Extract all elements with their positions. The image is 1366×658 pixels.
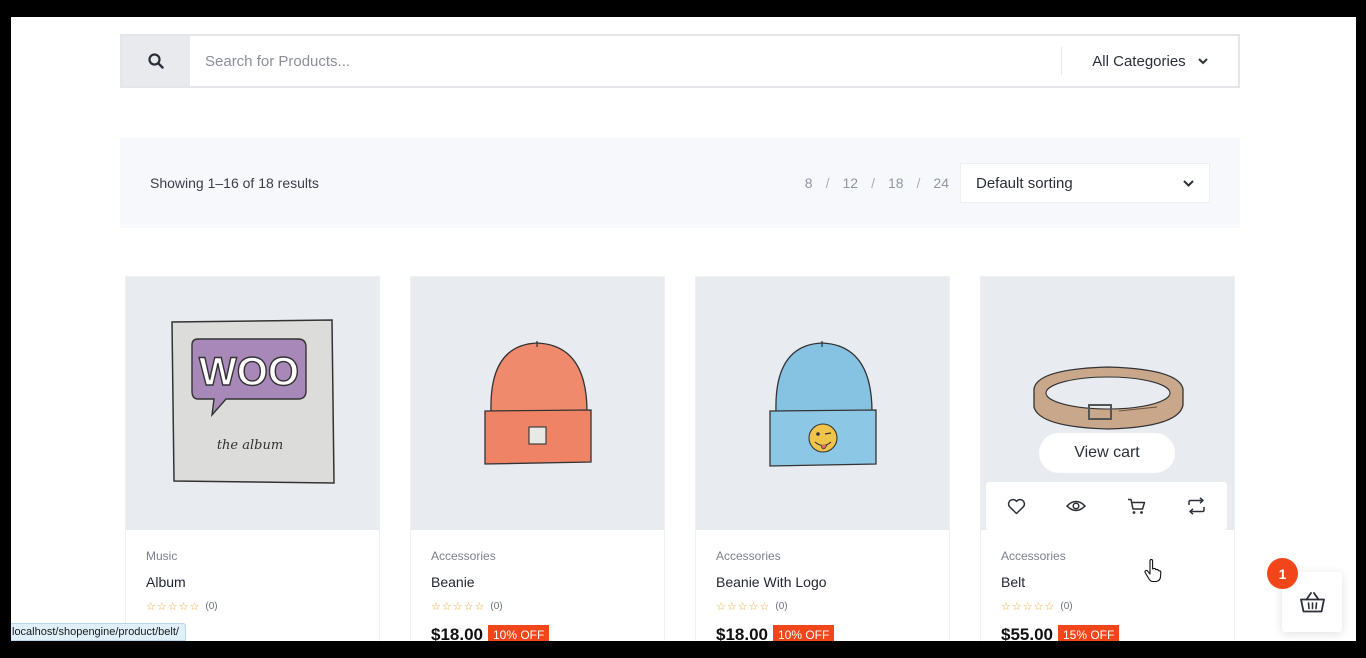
star-icon: ☆ — [716, 601, 726, 613]
quick-view-button[interactable] — [1061, 491, 1091, 521]
shop-toolbar: Showing 1–16 of 18 results 8 / 12 / 18 /… — [120, 138, 1240, 228]
product-card[interactable]: View cart Accessories Belt ☆ ☆ ☆ ☆ ☆ (0)… — [980, 276, 1235, 641]
beanie-illustration — [484, 341, 592, 465]
rating-count: (0) — [490, 601, 503, 612]
star-icon: ☆ — [431, 601, 441, 613]
status-bar-url: localhost/shopengine/product/belt/ — [11, 623, 186, 641]
star-icon: ☆ — [441, 601, 452, 613]
beanie-logo-illustration — [769, 341, 877, 467]
star-icon: ☆ — [1022, 601, 1033, 613]
star-icon: ☆ — [463, 601, 474, 613]
cart-count-badge: 1 — [1267, 558, 1298, 589]
eye-icon — [1066, 500, 1087, 512]
per-page-separator: / — [916, 175, 921, 191]
per-page-separator: / — [825, 175, 830, 191]
album-caption: the album — [217, 438, 283, 453]
chevron-down-icon — [1183, 179, 1194, 187]
product-category[interactable]: Music — [146, 549, 177, 563]
star-icon: ☆ — [1011, 601, 1022, 613]
per-page-selector: 8 / 12 / 18 / 24 — [805, 175, 949, 191]
product-card[interactable]: Accessories Beanie With Logo ☆ ☆ ☆ ☆ ☆ (0) $… — [695, 276, 950, 641]
add-to-cart-button[interactable] — [1122, 491, 1152, 521]
product-card[interactable]: WOO the album Music Album ☆ ☆ ☆ ☆ ☆ (0) — [125, 276, 380, 641]
rating-count: (0) — [205, 601, 218, 612]
product-price: $18.00 — [716, 625, 768, 641]
star-icon: ☆ — [1001, 601, 1011, 613]
product-rating: ☆ ☆ ☆ ☆ ☆ (0) — [1001, 600, 1073, 613]
star-icon: ☆ — [474, 601, 485, 613]
star-icon: ☆ — [189, 601, 200, 613]
result-count: Showing 1–16 of 18 results — [150, 175, 319, 191]
star-icon: ☆ — [748, 601, 759, 613]
star-icon: ☆ — [1033, 601, 1044, 613]
product-image[interactable]: WOO the album — [126, 277, 379, 530]
basket-icon — [1299, 591, 1325, 612]
per-page-option[interactable]: 18 — [888, 175, 904, 191]
search-button[interactable] — [122, 36, 190, 86]
sort-select[interactable]: Default sorting — [960, 163, 1210, 203]
star-icon: ☆ — [726, 601, 737, 613]
category-select[interactable]: All Categories — [1062, 36, 1238, 86]
album-artwork: WOO the album — [171, 319, 335, 484]
product-price-row: $18.00 10% OFF — [431, 625, 550, 641]
discount-badge: 10% OFF — [488, 625, 550, 641]
product-price: $55.00 — [1001, 625, 1053, 641]
star-icon: ☆ — [156, 601, 167, 613]
star-icon: ☆ — [146, 601, 156, 613]
product-category[interactable]: Accessories — [431, 549, 496, 563]
product-action-bar — [986, 482, 1227, 530]
star-icon: ☆ — [167, 601, 178, 613]
search-input[interactable] — [190, 36, 1061, 86]
star-icon: ☆ — [178, 601, 189, 613]
rating-count: (0) — [1060, 601, 1073, 612]
category-select-label: All Categories — [1092, 52, 1186, 70]
view-cart-button[interactable]: View cart — [1039, 433, 1175, 473]
heart-icon — [1007, 498, 1025, 514]
per-page-option[interactable]: 24 — [933, 175, 949, 191]
product-price-row: $18.00 10% OFF — [716, 625, 835, 641]
product-title[interactable]: Belt — [1001, 574, 1025, 590]
page: All Categories Showing 1–16 of 18 result… — [11, 17, 1356, 641]
chevron-down-icon — [1197, 57, 1208, 64]
product-image[interactable] — [696, 277, 949, 530]
product-rating: ☆ ☆ ☆ ☆ ☆ (0) — [716, 600, 788, 613]
product-price: $18.00 — [431, 625, 483, 641]
hand-cursor-icon — [1144, 559, 1162, 583]
sort-select-label: Default sorting — [976, 174, 1073, 192]
compare-button[interactable] — [1182, 491, 1212, 521]
per-page-separator: / — [871, 175, 875, 191]
product-title[interactable]: Album — [146, 574, 186, 590]
star-icon: ☆ — [759, 601, 770, 613]
star-icon: ☆ — [737, 601, 748, 613]
album-logo-text: WOO — [199, 350, 299, 394]
discount-badge: 10% OFF — [773, 625, 835, 641]
product-card[interactable]: Accessories Beanie ☆ ☆ ☆ ☆ ☆ (0) $18.00 10% … — [410, 276, 665, 641]
product-category[interactable]: Accessories — [1001, 549, 1066, 563]
wishlist-button[interactable] — [1001, 491, 1031, 521]
product-title[interactable]: Beanie — [431, 574, 475, 590]
product-price-row: $55.00 15% OFF — [1001, 625, 1120, 641]
rating-count: (0) — [775, 601, 788, 612]
product-rating: ☆ ☆ ☆ ☆ ☆ (0) — [431, 600, 503, 613]
product-title[interactable]: Beanie With Logo — [716, 574, 827, 590]
discount-badge: 15% OFF — [1058, 625, 1120, 641]
per-page-option[interactable]: 12 — [842, 175, 858, 191]
search-icon — [148, 53, 164, 69]
compare-icon — [1188, 497, 1206, 515]
per-page-option[interactable]: 8 — [805, 175, 813, 191]
product-search-bar: All Categories — [120, 34, 1240, 88]
product-image[interactable] — [411, 277, 664, 530]
product-rating: ☆ ☆ ☆ ☆ ☆ (0) — [146, 600, 218, 613]
star-icon: ☆ — [1044, 601, 1055, 613]
product-category[interactable]: Accessories — [716, 549, 781, 563]
cart-icon — [1128, 498, 1146, 514]
star-icon: ☆ — [452, 601, 463, 613]
